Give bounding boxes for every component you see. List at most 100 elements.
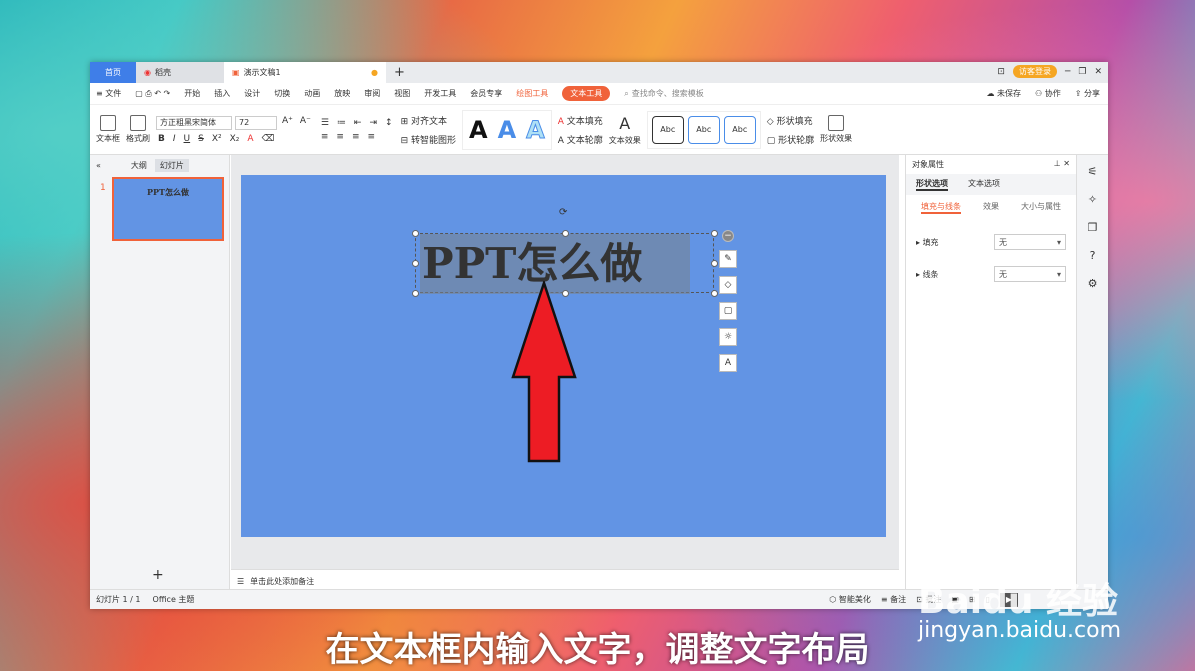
- menu-item-devtools[interactable]: 开发工具: [424, 88, 456, 99]
- notes-button[interactable]: ≡ 备注: [881, 594, 906, 605]
- align-text-button[interactable]: ⊞ 对齐文本: [401, 114, 456, 127]
- text-outline-button[interactable]: A 文本轮廓: [558, 133, 603, 146]
- rotate-handle-icon[interactable]: ⟳: [559, 207, 567, 218]
- subtab-effect[interactable]: 效果: [983, 201, 999, 214]
- settings-icon[interactable]: ⚙: [1085, 277, 1101, 293]
- menu-item-transition[interactable]: 切换: [274, 88, 290, 99]
- restore-icon[interactable]: ❐: [1078, 67, 1086, 77]
- text-fill-button[interactable]: A 文本填充: [558, 114, 603, 127]
- resize-handle[interactable]: [412, 230, 419, 237]
- tab-outline[interactable]: 大纲: [131, 160, 147, 171]
- menu-item-view[interactable]: 视图: [394, 88, 410, 99]
- resize-handle[interactable]: [711, 260, 718, 267]
- guest-login-button[interactable]: 访客登录: [1012, 65, 1057, 78]
- shape-fill-button[interactable]: ◇ 形状填充: [767, 114, 814, 127]
- shape-style-2[interactable]: Abc: [687, 115, 720, 144]
- close-icon[interactable]: ✕: [1094, 67, 1102, 77]
- outdent-icon[interactable]: ⇥: [367, 118, 379, 128]
- grow-font-icon[interactable]: A⁺: [280, 116, 295, 130]
- collab-button[interactable]: ⚇ 协作: [1035, 88, 1061, 99]
- share-button[interactable]: ⇪ 分享: [1075, 88, 1100, 99]
- line-row[interactable]: ▸ 线条 无 ▾: [906, 258, 1076, 290]
- font-color-icon[interactable]: A: [245, 134, 255, 144]
- align-left-icon[interactable]: ≡: [319, 132, 331, 142]
- align-right-icon[interactable]: ≡: [350, 132, 362, 142]
- align-center-icon[interactable]: ≡: [334, 132, 346, 142]
- menu-item-text-tools[interactable]: 文本工具: [562, 86, 611, 101]
- justify-icon[interactable]: ≡: [365, 132, 377, 142]
- resize-handle[interactable]: [562, 230, 569, 237]
- fill-select[interactable]: 无 ▾: [994, 234, 1066, 250]
- shrink-font-icon[interactable]: A⁻: [298, 116, 313, 130]
- menu-item-insert[interactable]: 插入: [214, 88, 230, 99]
- layout-icon[interactable]: ⊡: [997, 67, 1005, 77]
- tab-home[interactable]: 首页: [90, 62, 136, 83]
- line-select[interactable]: 无 ▾: [994, 266, 1066, 282]
- bulb-icon[interactable]: ☼: [719, 328, 737, 346]
- smartart-button[interactable]: ⊟ 转智能图形: [401, 133, 456, 146]
- subtab-fill-line[interactable]: 填充与线条: [921, 201, 961, 214]
- shape-style-3[interactable]: Abc: [723, 115, 756, 144]
- menu-item-member[interactable]: 会员专享: [470, 88, 502, 99]
- font-size-select[interactable]: 72: [235, 115, 277, 130]
- text-effect-button[interactable]: A 文本效果: [609, 114, 641, 146]
- menu-item-review[interactable]: 审阅: [364, 88, 380, 99]
- menu-item-start[interactable]: 开始: [184, 88, 200, 99]
- file-menu[interactable]: ≡ 文件: [96, 88, 121, 99]
- collapse-float-icon[interactable]: −: [722, 230, 734, 242]
- fill-row[interactable]: ▸ 填充 无 ▾: [906, 226, 1076, 258]
- slide-thumbnail[interactable]: PPT怎么做: [112, 177, 224, 241]
- tab-daoke[interactable]: ◉ 稻壳: [136, 62, 224, 83]
- slide[interactable]: ⟳ PPT怎么做 − ✎ ◇ ▢ ☼ A: [241, 175, 886, 537]
- menu-item-design[interactable]: 设计: [244, 88, 260, 99]
- format-painter-button[interactable]: 格式刷: [126, 115, 150, 144]
- tab-slides[interactable]: 幻灯片: [154, 159, 189, 172]
- bold-icon[interactable]: B: [156, 134, 167, 144]
- new-tab-button[interactable]: +: [386, 62, 413, 83]
- tab-document[interactable]: ▣ 演示文稿1 ●: [224, 62, 386, 83]
- underline-icon[interactable]: U: [182, 134, 193, 144]
- style-black-a[interactable]: A: [469, 116, 488, 144]
- add-slide-button[interactable]: +: [152, 567, 164, 583]
- numbering-icon[interactable]: ≔: [335, 118, 348, 128]
- resize-handle[interactable]: [412, 290, 419, 297]
- shape-outline-button[interactable]: ▢ 形状轮廓: [767, 133, 814, 146]
- resize-handle[interactable]: [711, 290, 718, 297]
- bullets-icon[interactable]: ☰: [319, 118, 331, 128]
- shape-effect-button[interactable]: 形状效果: [820, 115, 852, 144]
- menu-item-draw-tools[interactable]: 绘图工具: [516, 88, 548, 99]
- tab-shape-options[interactable]: 形状选项: [916, 178, 948, 191]
- copy-icon[interactable]: ❐: [1085, 221, 1101, 237]
- unsaved-button[interactable]: ☁ 未保存: [986, 88, 1021, 99]
- indent-icon[interactable]: ⇤: [352, 118, 364, 128]
- textbox-button[interactable]: 文本框: [96, 115, 120, 144]
- subtab-size[interactable]: 大小与属性: [1021, 201, 1061, 214]
- text-style-icon[interactable]: A: [719, 354, 737, 372]
- resize-handle[interactable]: [711, 230, 718, 237]
- strikethrough-icon[interactable]: S: [196, 134, 206, 144]
- menu-item-animation[interactable]: 动画: [304, 88, 320, 99]
- subscript-icon[interactable]: X₂: [228, 134, 242, 144]
- edit-pen-icon[interactable]: ✎: [719, 250, 737, 268]
- menu-item-slideshow[interactable]: 放映: [334, 88, 350, 99]
- collapse-icon[interactable]: «: [96, 161, 101, 170]
- tab-text-options[interactable]: 文本选项: [968, 178, 1000, 191]
- help-icon[interactable]: ?: [1085, 249, 1101, 265]
- superscript-icon[interactable]: X²: [210, 134, 224, 144]
- command-search[interactable]: ⌕ 查找命令、搜索模板: [624, 88, 703, 99]
- clear-format-icon[interactable]: ⌫: [260, 134, 277, 144]
- style-blue-a[interactable]: A: [498, 116, 517, 144]
- resize-handle[interactable]: [412, 260, 419, 267]
- outline-icon[interactable]: ▢: [719, 302, 737, 320]
- style-outline-a[interactable]: A: [526, 115, 546, 144]
- close-pane-icon[interactable]: ✕: [1063, 159, 1070, 168]
- properties-icon[interactable]: ⚟: [1085, 165, 1101, 181]
- quick-access-icons[interactable]: ▢ ⎙ ↶ ↷: [135, 89, 170, 99]
- minimize-icon[interactable]: ─: [1065, 67, 1070, 77]
- pin-icon[interactable]: ✧: [1085, 193, 1101, 209]
- font-name-select[interactable]: 方正粗黑宋简体: [156, 115, 232, 130]
- shape-style-1[interactable]: Abc: [651, 115, 684, 144]
- beautify-button[interactable]: ⬡ 智能美化: [829, 594, 871, 605]
- fill-bucket-icon[interactable]: ◇: [719, 276, 737, 294]
- italic-icon[interactable]: I: [171, 134, 178, 144]
